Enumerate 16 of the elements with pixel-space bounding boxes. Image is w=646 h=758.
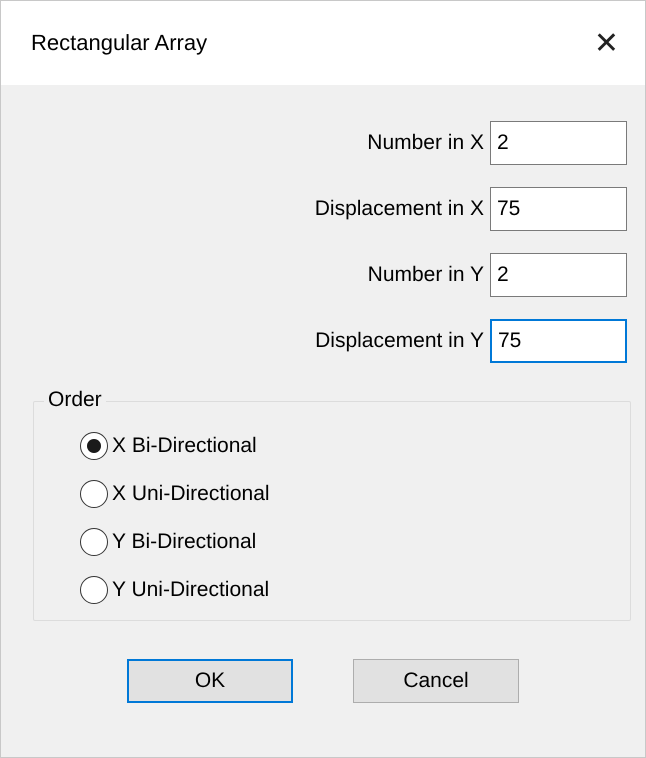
radio-option[interactable]: X Uni-Directional bbox=[80, 480, 630, 508]
field-label: Number in X bbox=[367, 131, 484, 155]
dialog-button[interactable]: Cancel bbox=[353, 659, 519, 703]
field-label: Displacement in X bbox=[314, 197, 484, 221]
radio-option[interactable]: Y Bi-Directional bbox=[80, 528, 630, 556]
dialog-button[interactable]: OK bbox=[127, 659, 293, 703]
radio-option[interactable]: Y Uni-Directional bbox=[80, 576, 630, 604]
window-title: Rectangular Array bbox=[31, 30, 208, 56]
input-field[interactable]: 75 bbox=[490, 319, 627, 363]
close-button[interactable]: ✕ bbox=[588, 26, 625, 60]
input-field[interactable]: 2 bbox=[490, 121, 627, 165]
field-label: Number in Y bbox=[368, 263, 484, 287]
input-field[interactable]: 2 bbox=[490, 253, 627, 297]
field-label: Displacement in Y bbox=[315, 329, 484, 353]
radio-option[interactable]: X Bi-Directional bbox=[80, 432, 630, 460]
input-field[interactable]: 75 bbox=[490, 187, 627, 231]
